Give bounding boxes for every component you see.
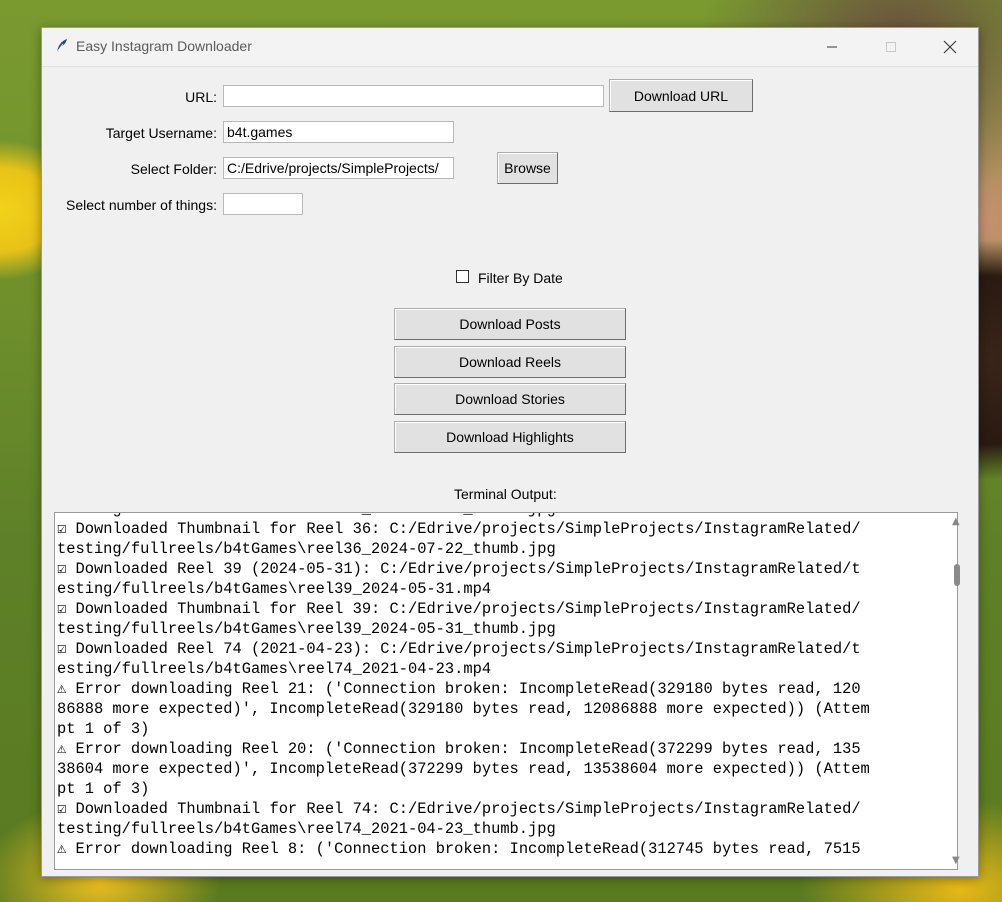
title-bar[interactable]: Easy Instagram Downloader (42, 28, 978, 67)
maximize-button[interactable] (868, 28, 914, 66)
terminal-line: ☑ Downloaded Reel 74 (2021-04-23): C:/Ed… (57, 640, 861, 658)
window-title: Easy Instagram Downloader (76, 38, 252, 54)
terminal-line: testing/fullreels/b4tGames\reel36_2024-0… (57, 540, 556, 558)
terminal-line: ⚠ Error downloading Reel 21: ('Connectio… (57, 680, 861, 698)
browse-button[interactable]: Browse (497, 152, 558, 184)
count-input[interactable] (223, 193, 303, 215)
download-stories-button[interactable]: Download Stories (394, 383, 626, 415)
minimize-button[interactable] (809, 28, 855, 66)
folder-input[interactable]: C:/Edrive/projects/SimpleProjects/ (223, 157, 454, 179)
terminal-line: ☑ Downloaded Thumbnail for Reel 74: C:/E… (57, 800, 861, 818)
download-url-button[interactable]: Download URL (609, 79, 753, 112)
url-input[interactable] (223, 85, 604, 107)
terminal-scrollbar[interactable]: ▲ ▼ (948, 512, 966, 870)
terminal-line: testing/fullreels/b4tGames\reel91_2018-0… (57, 513, 943, 519)
terminal-line: ☑ Downloaded Thumbnail for Reel 39: C:/E… (57, 600, 861, 618)
download-posts-button[interactable]: Download Posts (394, 308, 626, 340)
feather-icon (54, 38, 70, 54)
close-icon (943, 40, 957, 54)
app-window: Easy Instagram Downloader URL: Download … (41, 27, 979, 877)
username-input[interactable]: b4t.games (223, 121, 454, 143)
filter-by-date-checkbox[interactable] (456, 270, 469, 283)
terminal-line: ⚠ Error downloading Reel 8: ('Connection… (57, 840, 861, 858)
terminal-line: 38604 more expected)', IncompleteRead(37… (57, 760, 870, 778)
terminal-line: ☑ Downloaded Reel 39 (2024-05-31): C:/Ed… (57, 560, 861, 578)
download-highlights-button[interactable]: Download Highlights (394, 421, 626, 453)
terminal-line: ☑ Downloaded Thumbnail for Reel 36: C:/E… (57, 520, 861, 538)
terminal-line: 86888 more expected)', IncompleteRead(32… (57, 700, 870, 718)
username-label: Target Username: (105, 125, 217, 141)
terminal-line: ⚠ Error downloading Reel 20: ('Connectio… (57, 740, 861, 758)
download-reels-button[interactable]: Download Reels (394, 346, 626, 378)
terminal-line: pt 1 of 3) (57, 780, 150, 798)
count-label: Select number of things: (66, 197, 217, 213)
terminal-text: testing/fullreels/b4tGames\reel91_2018-0… (57, 513, 943, 859)
scrollbar-thumb[interactable] (954, 564, 960, 586)
filter-by-date-label: Filter By Date (478, 270, 563, 286)
close-button[interactable] (927, 28, 973, 66)
minimize-icon (827, 46, 837, 48)
terminal-line: esting/fullreels/b4tGames\reel39_2024-05… (57, 580, 492, 598)
terminal-line: pt 1 of 3) (57, 720, 150, 738)
scroll-down-arrow-icon[interactable]: ▼ (952, 855, 960, 866)
terminal-line: testing/fullreels/b4tGames\reel74_2021-0… (57, 820, 556, 838)
maximize-icon (886, 42, 896, 52)
scroll-up-arrow-icon[interactable]: ▲ (952, 516, 960, 527)
terminal-line: testing/fullreels/b4tGames\reel39_2024-0… (57, 620, 556, 638)
url-label: URL: (185, 89, 217, 105)
folder-label: Select Folder: (130, 161, 217, 177)
terminal-line: esting/fullreels/b4tGames\reel74_2021-04… (57, 660, 492, 678)
terminal-output[interactable]: testing/fullreels/b4tGames\reel91_2018-0… (54, 512, 958, 870)
terminal-label: Terminal Output: (454, 486, 557, 502)
